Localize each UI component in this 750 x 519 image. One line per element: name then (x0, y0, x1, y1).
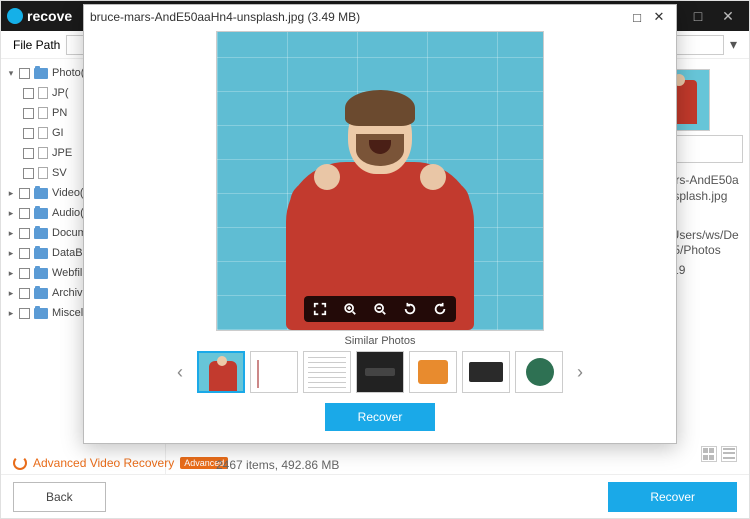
checkbox[interactable] (19, 288, 30, 299)
brand-icon (7, 8, 23, 24)
file-icon (38, 87, 48, 99)
thumb-next-button[interactable]: › (571, 362, 589, 383)
zoom-out-icon[interactable] (372, 301, 388, 317)
thumbnail[interactable] (462, 351, 510, 393)
modal-close-button[interactable]: ✕ (648, 9, 670, 25)
app-maximize-button[interactable]: □ (683, 1, 713, 31)
rotate-right-icon[interactable] (432, 301, 448, 317)
expand-icon[interactable]: ▸ (7, 188, 15, 199)
expand-icon[interactable]: ▸ (7, 268, 15, 279)
expand-icon[interactable]: ▸ (7, 208, 15, 219)
checkbox[interactable] (19, 228, 30, 239)
folder-icon (34, 308, 48, 319)
checkbox[interactable] (19, 208, 30, 219)
checkbox[interactable] (23, 168, 34, 179)
modal-recover-button[interactable]: Recover (325, 403, 435, 431)
thumbnail[interactable] (250, 351, 298, 393)
brand-text: recove (27, 8, 72, 24)
file-icon (38, 107, 48, 119)
checkbox[interactable] (23, 108, 34, 119)
checkbox[interactable] (19, 268, 30, 279)
expand-icon[interactable]: ▾ (7, 68, 15, 79)
checkbox[interactable] (23, 148, 34, 159)
status-summary: 2467 items, 492.86 MB (216, 458, 339, 472)
back-button[interactable]: Back (13, 482, 106, 512)
folder-icon (34, 288, 48, 299)
brand: recove (7, 8, 72, 24)
expand-icon[interactable]: ▸ (7, 248, 15, 259)
filter-icon[interactable]: ▾ (730, 36, 737, 53)
recover-button[interactable]: Recover (608, 482, 737, 512)
checkbox[interactable] (19, 188, 30, 199)
checkbox[interactable] (19, 68, 30, 79)
checkbox[interactable] (23, 88, 34, 99)
list-view-button[interactable] (721, 446, 737, 462)
spinner-icon (13, 456, 27, 470)
file-icon (38, 167, 48, 179)
modal-title: bruce-mars-AndE50aaHn4-unsplash.jpg (3.4… (90, 10, 626, 24)
thumbnail[interactable] (409, 351, 457, 393)
app-close-button[interactable]: ✕ (713, 1, 743, 31)
folder-icon (34, 68, 48, 79)
footer: Back Recover (1, 474, 749, 518)
thumbnail-strip (197, 351, 563, 393)
expand-icon[interactable]: ▸ (7, 308, 15, 319)
folder-icon (34, 208, 48, 219)
modal-maximize-button[interactable]: □ (626, 10, 648, 25)
similar-photos-label: Similar Photos (84, 335, 676, 347)
view-toggle (701, 446, 737, 462)
file-icon (38, 127, 48, 139)
thumb-prev-button[interactable]: ‹ (171, 362, 189, 383)
checkbox[interactable] (23, 128, 34, 139)
rotate-left-icon[interactable] (402, 301, 418, 317)
modal-header: bruce-mars-AndE50aaHn4-unsplash.jpg (3.4… (84, 5, 676, 29)
thumbnail[interactable] (515, 351, 563, 393)
zoom-in-icon[interactable] (342, 301, 358, 317)
status-bar: 2467 items, 492.86 MB (216, 458, 339, 472)
preview-image (216, 31, 544, 331)
thumbnail[interactable] (197, 351, 245, 393)
fullscreen-icon[interactable] (312, 301, 328, 317)
advanced-label: Advanced Video Recovery (33, 456, 174, 470)
expand-icon[interactable]: ▸ (7, 228, 15, 239)
preview-modal: bruce-mars-AndE50aaHn4-unsplash.jpg (3.4… (83, 4, 677, 444)
checkbox[interactable] (19, 248, 30, 259)
checkbox[interactable] (19, 308, 30, 319)
folder-icon (34, 228, 48, 239)
folder-icon (34, 268, 48, 279)
thumbnail[interactable] (303, 351, 351, 393)
file-path-label: File Path (13, 38, 60, 52)
advanced-video-recovery[interactable]: Advanced Video Recovery Advanced (13, 456, 228, 470)
grid-view-button[interactable] (701, 446, 717, 462)
folder-icon (34, 188, 48, 199)
thumbnail[interactable] (356, 351, 404, 393)
file-icon (38, 147, 48, 159)
folder-icon (34, 248, 48, 259)
image-toolbar (304, 296, 456, 322)
expand-icon[interactable]: ▸ (7, 288, 15, 299)
